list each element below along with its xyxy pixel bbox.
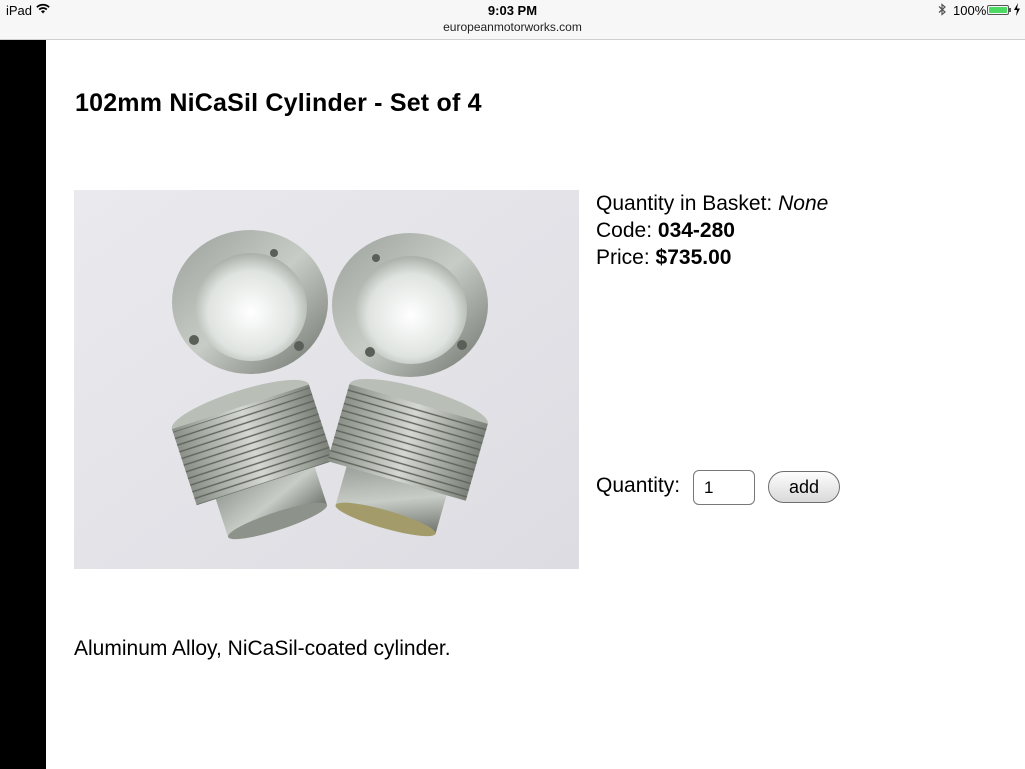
left-edge-bar: [0, 40, 46, 769]
battery-tip: [1009, 8, 1011, 12]
code-value: 034-280: [657, 219, 735, 242]
quantity-input[interactable]: [693, 470, 755, 505]
price-value: $735.00: [655, 246, 732, 269]
product-description: Aluminum Alloy, NiCaSil-coated cylinder.: [74, 637, 451, 660]
status-bar: iPad 9:03 PM europeanmotorworks.com 100%: [0, 0, 1025, 40]
code-row: Code: 034-280: [596, 217, 828, 244]
basket-row: Quantity in Basket: None: [596, 190, 828, 217]
charging-bolt-icon: [1014, 3, 1020, 16]
battery-level: [989, 7, 1007, 13]
price-row: Price: $735.00: [596, 244, 828, 271]
page-title: 102mm NiCaSil Cylinder - Set of 4: [75, 89, 482, 117]
code-label: Code:: [596, 219, 653, 242]
basket-label: Quantity in Basket:: [596, 192, 773, 215]
battery-percent: 100%: [953, 3, 987, 18]
basket-value: None: [778, 192, 829, 215]
quantity-label: Quantity:: [596, 474, 681, 497]
product-info: Quantity in Basket: None Code: 034-280 P…: [596, 190, 828, 271]
price-label: Price:: [596, 246, 650, 269]
clock: 9:03 PM: [487, 3, 538, 18]
url-bar[interactable]: europeanmotorworks.com: [0, 20, 1025, 34]
add-button[interactable]: add: [768, 471, 840, 503]
battery-icon: [987, 5, 1009, 15]
product-image: [74, 190, 579, 569]
bluetooth-icon: [938, 3, 946, 16]
